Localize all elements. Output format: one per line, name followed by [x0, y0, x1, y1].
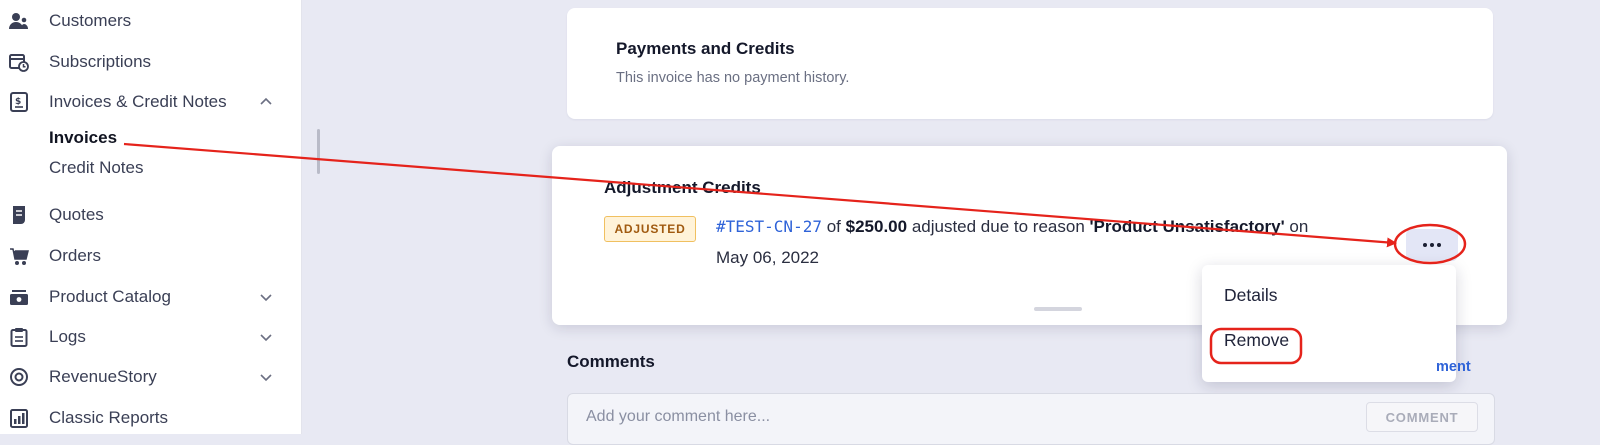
sidebar-item-label: Customers: [49, 11, 132, 30]
sidebar-item-orders[interactable]: Orders: [0, 240, 301, 272]
report-icon: [8, 407, 30, 429]
add-comment-link[interactable]: ment: [1436, 359, 1471, 375]
of-text: of: [826, 217, 841, 236]
chevron-down-icon[interactable]: [258, 329, 274, 345]
sidebar-item-revenuestory[interactable]: RevenueStory: [0, 361, 301, 393]
adjustment-title: Adjustment Credits: [604, 178, 761, 197]
sidebar-item-label: Product Catalog: [49, 287, 171, 306]
actions-dropdown-menu: Details Remove: [1202, 265, 1456, 382]
chevron-up-icon[interactable]: [258, 94, 274, 110]
more-horizontal-icon: [1423, 243, 1441, 247]
status-badge: ADJUSTED: [604, 216, 696, 242]
sidebar-item-logs[interactable]: Logs: [0, 321, 301, 353]
sidebar-item-label: Classic Reports: [49, 408, 169, 427]
quote-icon: [8, 204, 30, 226]
adjustment-description: #TEST-CN-27 of $250.00 adjusted due to r…: [716, 217, 1308, 237]
cart-icon: [8, 245, 30, 267]
sidebar: Customers Subscriptions $ Invoices & Cre…: [0, 0, 302, 434]
comment-button[interactable]: COMMENT: [1366, 402, 1478, 432]
sidebar-item-label: RevenueStory: [49, 367, 157, 386]
sidebar-subitem-invoices[interactable]: Invoices: [49, 128, 117, 148]
customers-icon: [8, 10, 30, 32]
sidebar-item-label: Quotes: [49, 205, 104, 224]
sidebar-item-label: Logs: [49, 327, 86, 346]
adjustment-reason: 'Product Unsatisfactory': [1089, 217, 1285, 236]
sidebar-item-label: Invoices & Credit Notes: [49, 92, 227, 111]
comment-input[interactable]: [584, 404, 1348, 430]
chevron-down-icon[interactable]: [258, 289, 274, 305]
comment-box: COMMENT: [567, 393, 1495, 445]
calendar-clock-icon: [8, 51, 30, 73]
sidebar-item-label: Subscriptions: [49, 52, 152, 71]
payments-card: [567, 8, 1493, 119]
clipboard-icon: [8, 326, 30, 348]
sidebar-item-subscriptions[interactable]: Subscriptions: [0, 46, 301, 78]
chevron-down-icon[interactable]: [258, 369, 274, 385]
sidebar-item-classic-reports[interactable]: Classic Reports: [0, 402, 301, 434]
sidebar-item-label: Orders: [49, 246, 101, 265]
menu-item-remove[interactable]: Remove: [1224, 330, 1289, 351]
more-actions-button[interactable]: [1406, 229, 1458, 261]
payments-empty-text: This invoice has no payment history.: [616, 70, 850, 86]
target-icon: [8, 366, 30, 388]
svg-text:$: $: [15, 97, 21, 107]
credit-note-link[interactable]: #TEST-CN-27: [716, 217, 822, 236]
sidebar-subitem-credit-notes[interactable]: Credit Notes: [49, 158, 143, 178]
adjustment-amount: $250.00: [845, 217, 908, 236]
sidebar-scrollbar[interactable]: [317, 129, 320, 174]
sidebar-item-invoices-credit-notes[interactable]: $ Invoices & Credit Notes: [0, 86, 301, 118]
adjustment-date: May 06, 2022: [716, 248, 820, 267]
sidebar-item-product-catalog[interactable]: Product Catalog: [0, 281, 301, 313]
reason-prefix: adjusted due to reason: [911, 217, 1085, 236]
sidebar-item-quotes[interactable]: Quotes: [0, 199, 301, 231]
catalog-icon: [8, 286, 30, 308]
comments-title: Comments: [567, 352, 655, 371]
payments-title: Payments and Credits: [616, 39, 795, 58]
sidebar-item-customers[interactable]: Customers: [0, 5, 301, 37]
on-text: on: [1289, 217, 1309, 236]
drag-handle[interactable]: [1034, 307, 1082, 311]
invoice-icon: $: [8, 91, 30, 113]
menu-item-details[interactable]: Details: [1224, 285, 1278, 306]
